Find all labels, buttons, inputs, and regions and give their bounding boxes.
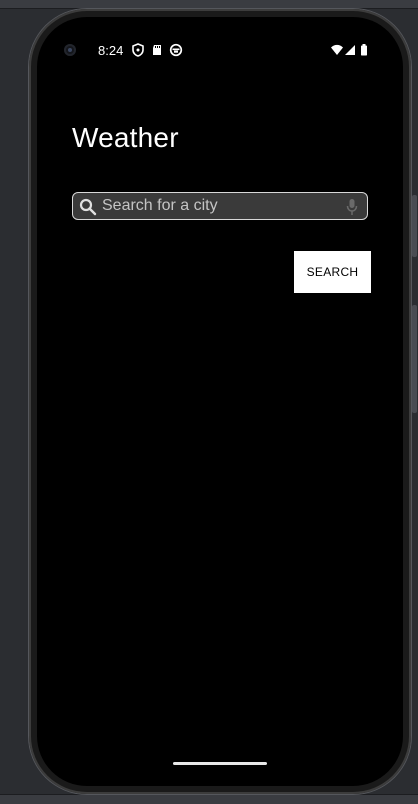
shield-icon [131,42,145,57]
search-bar[interactable] [72,192,368,220]
phone-screen: 8:24 Weather Search for a city SEARCH [37,17,403,786]
wifi-icon [330,42,344,56]
microphone-icon[interactable] [345,198,359,216]
search-icon [79,198,97,216]
cell-signal-icon [344,42,356,56]
battery-icon [360,42,368,56]
app-notification-icon [169,42,183,57]
front-camera [64,44,76,56]
search-input[interactable] [102,195,332,217]
volume-button[interactable] [412,195,417,257]
app-title: Weather [72,122,179,153]
search-button[interactable]: SEARCH [294,251,371,293]
emulator-top-edge [0,0,418,9]
home-indicator[interactable] [173,762,267,765]
status-time: 8:24 [98,43,124,58]
sd-card-icon [150,42,164,56]
camera-lens [68,48,72,52]
power-button[interactable] [412,305,417,413]
